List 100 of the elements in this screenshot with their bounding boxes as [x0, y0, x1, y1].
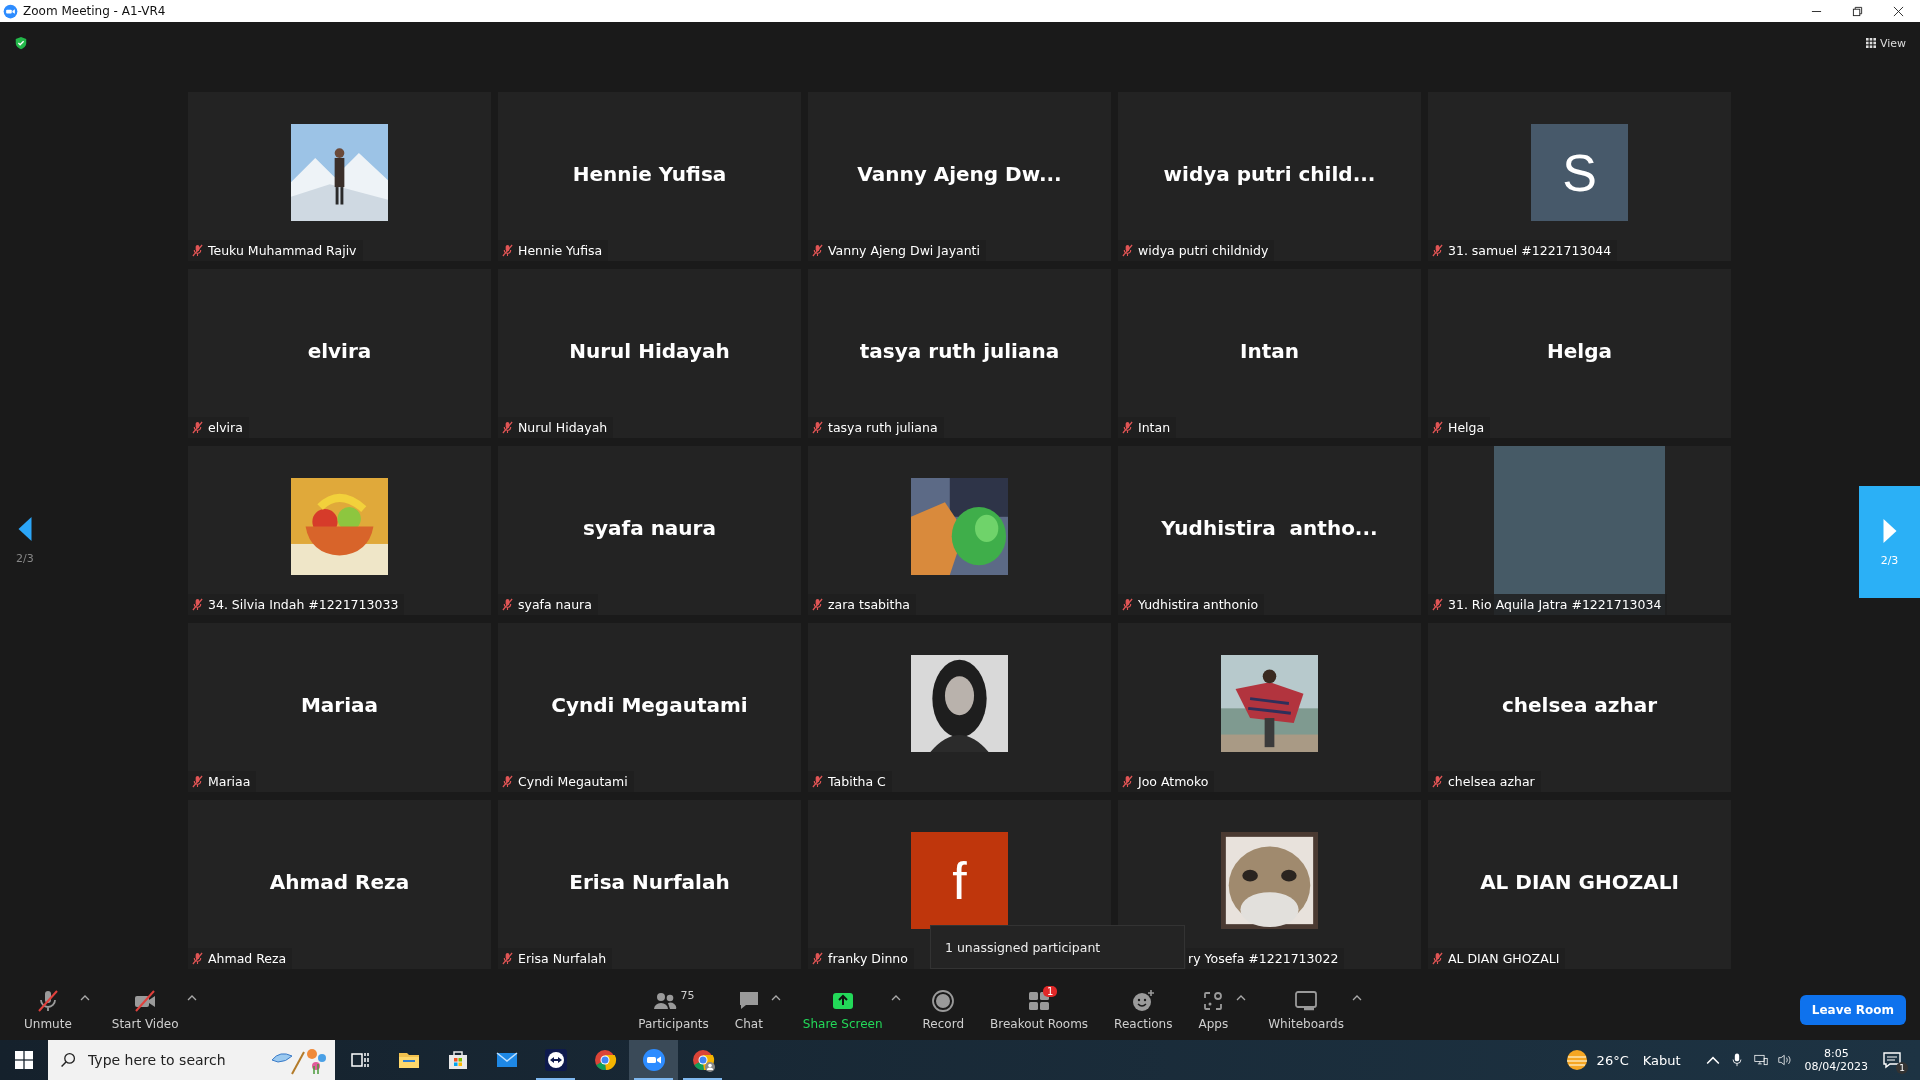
participant-label-text: Yudhistira anthonio	[1138, 597, 1259, 612]
participant-label-text: ry Yosefa #1221713022	[1188, 951, 1339, 966]
browser-icon[interactable]	[592, 1048, 617, 1072]
double-arrow-app-icon[interactable]	[543, 1048, 568, 1072]
muted-mic-icon	[502, 244, 513, 257]
app-logo-icon	[3, 3, 18, 19]
participant-label-text: 31. Rio Aquila Jatra #1221713034	[1448, 597, 1662, 612]
previous-page-button[interactable]: 2/3	[12, 512, 38, 569]
toolbar-button[interactable]: Chat	[730, 987, 767, 1033]
toolbar-button[interactable]: Reactions	[1110, 987, 1177, 1033]
participant-label-text: Intan	[1138, 420, 1171, 435]
participant-label-text: franky Dinno	[828, 951, 908, 966]
muted-mic-icon	[502, 421, 513, 434]
volume-icon[interactable]	[1777, 1053, 1792, 1067]
muted-mic-icon	[812, 775, 823, 788]
muted-mic-icon	[1122, 244, 1133, 257]
participant-name: Nurul Hidayah	[569, 338, 730, 363]
view-button[interactable]: View	[1861, 34, 1910, 52]
muted-mic-icon	[1432, 775, 1443, 788]
participant-name: Intan	[1240, 338, 1299, 363]
participant-label-text: Teuku Muhammad Rajiv	[208, 243, 357, 258]
network-icon[interactable]	[1753, 1053, 1768, 1067]
windows-start-icon[interactable]	[15, 1051, 33, 1069]
muted-mic-icon	[192, 598, 203, 611]
toolbar-button[interactable]: Start Video	[107, 987, 183, 1033]
shield-icon[interactable]	[14, 36, 28, 50]
muted-mic-icon	[192, 244, 203, 257]
participant-label-text: Joo Atmoko	[1138, 774, 1209, 789]
muted-mic-icon	[1122, 775, 1133, 788]
muted-mic-icon	[1122, 598, 1133, 611]
participant-name: Mariaa	[300, 692, 379, 717]
letter-avatar: f	[911, 832, 1008, 929]
caret-icon[interactable]	[1236, 995, 1247, 1001]
muted-mic-icon	[1432, 421, 1443, 434]
time: 8:05	[1823, 1047, 1849, 1060]
participant-label-text: zara tsabitha	[828, 597, 910, 612]
participant-name: Vanny Ajeng Dw...	[857, 161, 1062, 186]
restore-icon[interactable]	[1852, 5, 1863, 17]
notification-count: 1	[1896, 1062, 1908, 1074]
participant-label-text: AL DIAN GHOZALI	[1448, 951, 1560, 966]
participant-count: 75	[680, 989, 695, 1002]
search-icon	[60, 1052, 76, 1068]
muted-mic-icon	[812, 598, 823, 611]
muted-mic-icon	[192, 775, 203, 788]
browser-profile-icon[interactable]	[690, 1048, 715, 1072]
muted-mic-icon	[812, 244, 823, 257]
caret-icon[interactable]	[186, 995, 197, 1001]
weather-icon[interactable]	[1564, 1048, 1589, 1072]
notification-badge: 1	[1043, 986, 1058, 997]
participant-label-text: 31. samuel #1221713044	[1448, 243, 1612, 258]
search-field[interactable]: Type here to search	[86, 1051, 259, 1069]
participant-name: Ahmad Reza	[269, 869, 410, 894]
participant-name: elvira	[307, 338, 372, 363]
video-off-icon	[133, 989, 158, 1013]
clock[interactable]: 8:05 08/04/2023	[1804, 1047, 1868, 1073]
toolbar-button[interactable]: 75 Participants	[634, 987, 713, 1033]
weather-condition[interactable]: Kabut	[1642, 1052, 1681, 1068]
toolbar-button[interactable]: Unmute	[20, 987, 76, 1033]
toolbar-button[interactable]: Apps	[1194, 987, 1233, 1033]
letter-avatar: S	[1531, 124, 1628, 221]
muted-mic-icon	[502, 598, 513, 611]
video-call-app-icon[interactable]	[641, 1048, 666, 1072]
muted-mic-icon	[502, 952, 513, 965]
muted-mic-icon	[502, 775, 513, 788]
reactions-icon	[1131, 989, 1156, 1013]
date: 08/04/2023	[1804, 1060, 1868, 1073]
muted-mic-icon	[192, 421, 203, 434]
caret-icon[interactable]	[1351, 995, 1362, 1001]
participant-label-text: elvira	[208, 420, 243, 435]
participant-name: AL DIAN GHOZALI	[1480, 869, 1679, 894]
search-bar[interactable]: Type here to search	[48, 1040, 335, 1080]
participant-label-text: Ahmad Reza	[208, 951, 287, 966]
record-icon	[931, 989, 956, 1013]
leave-room-button[interactable]: Leave Room	[1799, 995, 1906, 1025]
muted-mic-icon	[812, 421, 823, 434]
window-title: Zoom Meeting - A1-VR4	[23, 4, 166, 18]
caret-icon[interactable]	[770, 995, 781, 1001]
breakout-rooms-icon	[1027, 989, 1052, 1013]
participant-label-text: Cyndi Megautami	[518, 774, 628, 789]
caret-icon[interactable]	[79, 995, 90, 1001]
toolbar-button[interactable]: Share Screen	[798, 987, 887, 1033]
grid-icon	[1865, 38, 1876, 48]
close-icon[interactable]	[1893, 5, 1904, 17]
temperature[interactable]: 26°C	[1596, 1052, 1629, 1068]
participant-name: chelsea azhar	[1501, 692, 1658, 717]
muted-mic-icon	[812, 952, 823, 965]
participant-name: Helga	[1547, 338, 1612, 363]
toolbar-button[interactable]: Whiteboards	[1264, 987, 1348, 1033]
participant-name: tasya ruth juliana	[859, 338, 1060, 363]
participant-label-text: Vanny Ajeng Dwi Jayanti	[828, 243, 980, 258]
participant-label-text: 34. Silvia Indah #1221713033	[208, 597, 399, 612]
participant-name: Yudhistira antho...	[1161, 515, 1378, 540]
participant-label-text: Tabitha C	[828, 774, 886, 789]
participant-label-text: Hennie Yufisa	[518, 243, 603, 258]
toolbar-button[interactable]: Record	[918, 987, 969, 1033]
participant-label-text: Erisa Nurfalah	[518, 951, 607, 966]
participant-name: Erisa Nurfalah	[569, 869, 730, 894]
toolbar-button[interactable]: 1 Breakout Rooms	[986, 987, 1093, 1033]
notification-icon[interactable]	[1882, 1050, 1902, 1070]
caret-icon[interactable]	[890, 995, 901, 1001]
